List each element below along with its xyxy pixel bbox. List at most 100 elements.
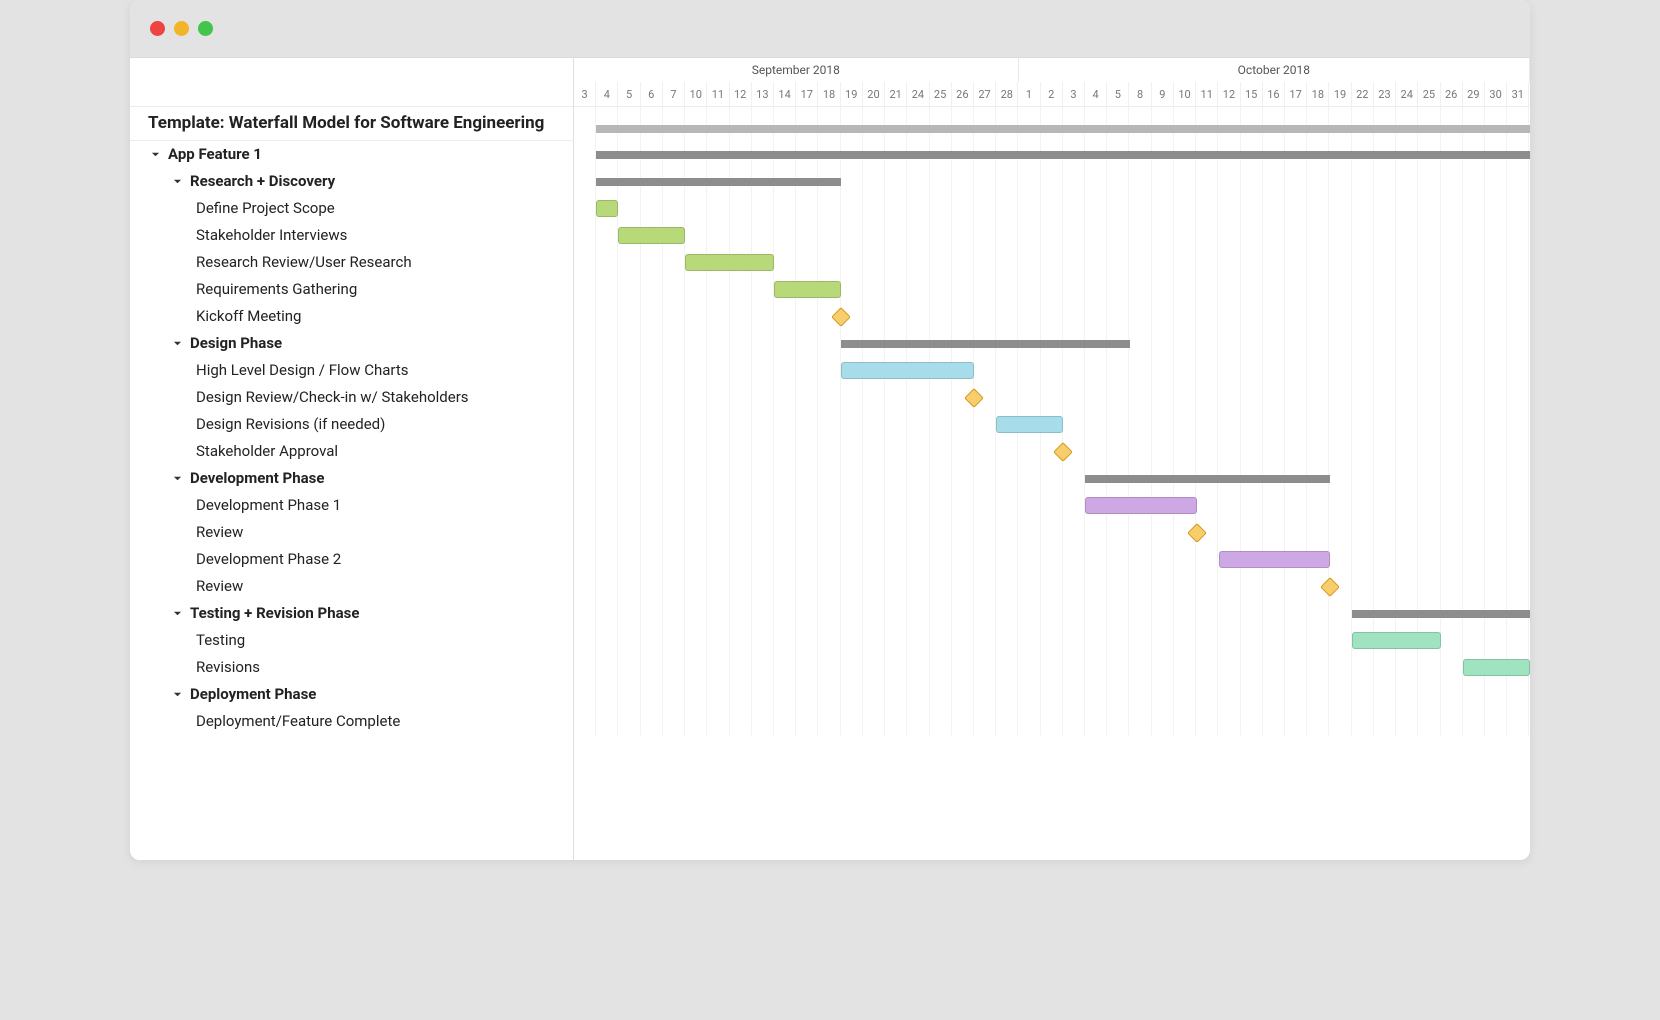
task-label: Testing	[196, 627, 245, 654]
task-group-row[interactable]: Deployment Phase	[130, 681, 573, 708]
caret-down-icon[interactable]	[148, 148, 162, 162]
timeline-month-row: September 2018October 2018	[574, 58, 1530, 82]
gantt-summary-bar[interactable]	[1352, 610, 1530, 618]
task-row[interactable]: Revisions	[130, 654, 573, 681]
gantt-task-bar[interactable]	[1352, 632, 1441, 649]
task-label: Revisions	[196, 654, 260, 681]
gantt-task-bar[interactable]	[996, 416, 1063, 433]
day-label: 5	[618, 82, 640, 107]
task-row[interactable]: Stakeholder Approval	[130, 438, 573, 465]
task-row[interactable]: High Level Design / Flow Charts	[130, 357, 573, 384]
gantt-task-bar[interactable]	[685, 254, 774, 271]
gantt-row	[574, 627, 1530, 654]
gantt-task-bar[interactable]	[596, 200, 618, 217]
gantt-milestone-icon[interactable]	[1320, 577, 1340, 597]
gantt-row	[574, 303, 1530, 330]
day-label: 9	[1152, 82, 1174, 107]
day-label: 19	[841, 82, 863, 107]
task-row[interactable]: Define Project Scope	[130, 195, 573, 222]
day-label: 6	[641, 82, 663, 107]
task-label: Review	[196, 573, 243, 600]
day-label: 17	[1285, 82, 1307, 107]
day-label: 10	[685, 82, 707, 107]
gantt-row	[574, 519, 1530, 546]
day-label: 12	[730, 82, 752, 107]
task-label: Kickoff Meeting	[196, 303, 301, 330]
task-label: Review	[196, 519, 243, 546]
maximize-icon[interactable]	[198, 21, 213, 36]
gantt-task-bar[interactable]	[1219, 551, 1330, 568]
gantt-summary-bar[interactable]	[841, 340, 1130, 348]
gantt-summary-bar[interactable]	[596, 151, 1530, 159]
task-row[interactable]: Research Review/User Research	[130, 249, 573, 276]
task-row[interactable]: Deployment/Feature Complete	[130, 708, 573, 735]
day-label: 1	[1018, 82, 1040, 107]
day-label: 20	[863, 82, 885, 107]
gantt-row	[574, 330, 1530, 357]
gantt-task-bar[interactable]	[1085, 497, 1196, 514]
task-row[interactable]: Design Revisions (if needed)	[130, 411, 573, 438]
window-titlebar	[130, 0, 1530, 58]
task-row[interactable]: Development Phase 2	[130, 546, 573, 573]
gantt-task-bar[interactable]	[618, 227, 685, 244]
task-group-row[interactable]: Testing + Revision Phase	[130, 600, 573, 627]
gantt-milestone-icon[interactable]	[964, 388, 984, 408]
day-label: 30	[1485, 82, 1507, 107]
task-group-row[interactable]: Design Phase	[130, 330, 573, 357]
gantt-row	[574, 681, 1530, 708]
minimize-icon[interactable]	[174, 21, 189, 36]
day-label: 24	[907, 82, 929, 107]
day-label: 11	[1196, 82, 1218, 107]
gantt-summary-bar[interactable]	[596, 125, 1530, 133]
gantt-row	[574, 411, 1530, 438]
gantt-milestone-icon[interactable]	[831, 307, 851, 327]
day-label: 18	[818, 82, 840, 107]
task-row[interactable]: Review	[130, 573, 573, 600]
gantt-milestone-icon[interactable]	[1053, 442, 1073, 462]
month-label: September 2018	[574, 58, 1019, 82]
gantt-summary-bar[interactable]	[596, 178, 841, 186]
day-label: 13	[752, 82, 774, 107]
task-label: Testing + Revision Phase	[190, 600, 359, 627]
task-group-row[interactable]: Research + Discovery	[130, 168, 573, 195]
day-label: 4	[596, 82, 618, 107]
task-row[interactable]: Development Phase 1	[130, 492, 573, 519]
day-label: 3	[574, 82, 596, 107]
caret-down-icon[interactable]	[170, 472, 184, 486]
gantt-task-bar[interactable]	[774, 281, 841, 298]
close-icon[interactable]	[150, 21, 165, 36]
task-row[interactable]: Review	[130, 519, 573, 546]
task-row[interactable]: Kickoff Meeting	[130, 303, 573, 330]
task-row[interactable]: Stakeholder Interviews	[130, 222, 573, 249]
caret-down-icon[interactable]	[170, 607, 184, 621]
gantt-row	[574, 600, 1530, 627]
app-window: Template: Waterfall Model for Software E…	[130, 0, 1530, 860]
gantt-row	[574, 107, 1530, 141]
gantt-summary-bar[interactable]	[1085, 475, 1330, 483]
task-label: Stakeholder Approval	[196, 438, 338, 465]
task-label: Development Phase	[190, 465, 324, 492]
task-label: High Level Design / Flow Charts	[196, 357, 408, 384]
caret-down-icon[interactable]	[170, 175, 184, 189]
gantt-task-bar[interactable]	[841, 362, 974, 379]
project-title-label: Template: Waterfall Model for Software E…	[148, 110, 544, 137]
task-group-row[interactable]: App Feature 1	[130, 141, 573, 168]
gantt-timeline[interactable]: September 2018October 2018 3456710111213…	[574, 58, 1530, 860]
gantt-task-bar[interactable]	[1463, 659, 1530, 676]
task-label: Define Project Scope	[196, 195, 335, 222]
day-label: 26	[1441, 82, 1463, 107]
task-group-row[interactable]: Development Phase	[130, 465, 573, 492]
task-label: Design Review/Check-in w/ Stakeholders	[196, 384, 469, 411]
day-label: 12	[1218, 82, 1240, 107]
task-row[interactable]: Testing	[130, 627, 573, 654]
caret-down-icon[interactable]	[170, 337, 184, 351]
task-row[interactable]: Requirements Gathering	[130, 276, 573, 303]
gantt-milestone-icon[interactable]	[1187, 523, 1207, 543]
task-list-rows: Template: Waterfall Model for Software E…	[130, 107, 573, 735]
day-label: 22	[1352, 82, 1374, 107]
project-title: Template: Waterfall Model for Software E…	[130, 107, 573, 141]
day-label: 25	[1418, 82, 1440, 107]
caret-down-icon[interactable]	[170, 688, 184, 702]
task-row[interactable]: Design Review/Check-in w/ Stakeholders	[130, 384, 573, 411]
gantt-row	[574, 465, 1530, 492]
